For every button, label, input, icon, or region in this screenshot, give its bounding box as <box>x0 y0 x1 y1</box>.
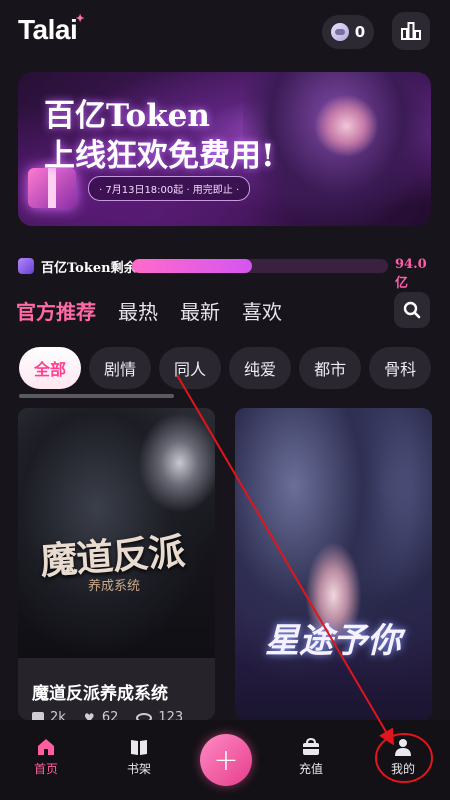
story-card[interactable]: 魔道反派 养成系统 魔道反派养成系统 2k ♥ 62 123 <box>18 408 215 720</box>
logo-spark-icon: ✦ <box>75 13 85 25</box>
view-count: 123 <box>158 710 184 720</box>
nav-mine-label: 我的 <box>390 762 415 776</box>
coin-icon <box>330 23 349 41</box>
ranking-button[interactable] <box>392 12 430 50</box>
search-button[interactable] <box>394 292 430 328</box>
token-icon <box>18 258 34 274</box>
like-count: 62 <box>101 710 119 720</box>
cover-subtitle-art: 养成系统 <box>88 579 141 594</box>
story-cover-image <box>235 408 432 720</box>
book-icon <box>131 740 147 755</box>
story-card[interactable]: 星途予你 <box>235 408 432 720</box>
app-logo: Talai ✦ <box>18 13 85 45</box>
banner-title-line2: 上线狂欢免费用! <box>44 138 275 174</box>
chips-scroll-indicator <box>19 394 174 398</box>
nav-bookshelf-label: 书架 <box>126 762 151 776</box>
user-icon <box>395 739 411 756</box>
create-button[interactable]: + <box>200 734 252 786</box>
banner-date: · 7月13日18:00起 · 用完即止 · <box>88 176 251 201</box>
cover-title-art: 星途予你 <box>265 621 401 661</box>
top-bar: Talai ✦ 0 <box>0 0 450 64</box>
tab-official-recommend[interactable]: 官方推荐 <box>16 296 96 330</box>
chat-count-icon <box>32 711 44 720</box>
home-icon <box>38 739 54 755</box>
story-title: 魔道反派养成系统 <box>32 684 168 704</box>
search-icon <box>403 301 421 319</box>
plus-icon: + <box>213 742 239 778</box>
nav-mine[interactable]: 我的 <box>373 738 433 777</box>
chip-urban[interactable]: 都市 <box>299 347 362 389</box>
ranking-icon <box>401 22 421 40</box>
chat-count: 2k <box>50 710 66 720</box>
heart-icon: ♥ <box>83 710 95 721</box>
token-progress-bar <box>132 259 388 273</box>
tab-hottest[interactable]: 最热 <box>118 296 158 330</box>
coin-count: 0 <box>354 23 366 41</box>
nav-home[interactable]: 首页 <box>16 738 76 777</box>
story-stats: 2k ♥ 62 123 <box>32 710 183 720</box>
token-remaining-value: 94.0亿 <box>395 257 427 291</box>
banner-title-line1: 百亿Token <box>44 98 210 134</box>
token-progress-fill <box>132 259 253 273</box>
tab-newest[interactable]: 最新 <box>180 296 220 330</box>
token-label: 百亿Token剩余 <box>41 261 137 276</box>
coin-balance-button[interactable]: 0 <box>322 15 374 49</box>
tab-favorites[interactable]: 喜欢 <box>242 296 282 330</box>
nav-bookshelf[interactable]: 书架 <box>109 738 169 777</box>
chip-pure-love[interactable]: 纯爱 <box>229 347 292 389</box>
token-remaining-row: 百亿Token剩余 94.0亿 <box>18 256 432 291</box>
genre-chips: 全部 剧情 同人 纯爱 都市 骨科 <box>19 347 450 391</box>
nav-recharge-label: 充值 <box>298 762 323 776</box>
chip-fanfic[interactable]: 同人 <box>159 347 222 389</box>
promo-banner[interactable]: 百亿Token 上线狂欢免费用! · 7月13日18:00起 · 用完即止 · <box>18 72 431 226</box>
chip-sibling[interactable]: 骨科 <box>369 347 432 389</box>
category-tabs: 官方推荐 最热 最新 喜欢 <box>16 296 282 330</box>
chip-plot[interactable]: 剧情 <box>89 347 152 389</box>
nav-recharge[interactable]: 充值 <box>281 738 341 777</box>
bag-icon <box>303 738 319 755</box>
nav-home-label: 首页 <box>33 762 58 776</box>
eye-icon <box>136 712 153 720</box>
chip-all[interactable]: 全部 <box>19 347 82 389</box>
